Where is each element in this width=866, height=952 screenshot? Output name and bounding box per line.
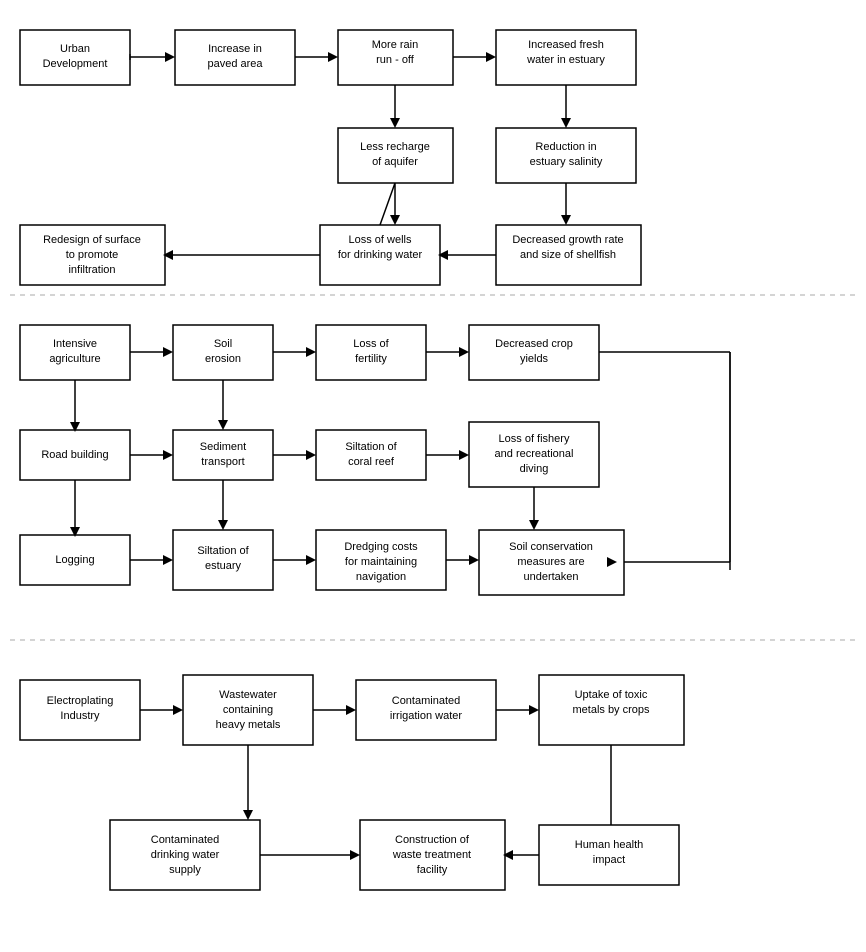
svg-text:impact: impact [593,854,625,866]
svg-text:estuary salinity: estuary salinity [530,156,603,168]
svg-text:Reduction in: Reduction in [535,141,596,153]
main-diagram: Urban Development Increase in paved area… [10,10,856,940]
section2-svg: Intensive agriculture Soil erosion Loss … [10,310,856,650]
svg-text:facility: facility [417,864,448,876]
section3-svg: Electroplating Industry Wastewater conta… [10,660,856,940]
svg-text:Increased fresh: Increased fresh [528,39,604,51]
svg-text:Sediment: Sediment [200,441,246,453]
svg-text:Electroplating: Electroplating [47,695,114,707]
svg-text:Urban: Urban [60,43,90,55]
svg-text:navigation: navigation [356,571,406,583]
svg-text:drinking water: drinking water [151,849,220,861]
svg-text:Decreased crop: Decreased crop [495,338,573,350]
svg-text:Loss of: Loss of [353,338,389,350]
svg-text:More rain: More rain [372,39,418,51]
svg-text:measures are: measures are [517,556,584,568]
svg-text:heavy metals: heavy metals [216,719,281,731]
svg-text:Industry: Industry [60,710,100,722]
svg-text:Dredging costs: Dredging costs [344,541,418,553]
svg-text:supply: supply [169,864,201,876]
svg-text:to promote: to promote [66,249,119,261]
svg-text:run - off: run - off [376,54,415,66]
svg-text:metals by crops: metals by crops [572,704,650,716]
svg-text:Contaminated: Contaminated [151,834,220,846]
svg-text:Soil conservation: Soil conservation [509,541,593,553]
svg-text:estuary: estuary [205,560,242,572]
svg-text:yields: yields [520,353,549,365]
svg-text:Intensive: Intensive [53,338,97,350]
svg-text:erosion: erosion [205,353,241,365]
svg-text:of aquifer: of aquifer [372,156,418,168]
svg-text:diving: diving [520,463,549,475]
svg-text:waste treatment: waste treatment [392,849,471,861]
svg-text:paved area: paved area [207,58,263,70]
svg-text:Development: Development [43,58,108,70]
svg-text:Construction of: Construction of [395,834,470,846]
svg-text:Road building: Road building [41,449,108,461]
svg-text:agriculture: agriculture [49,353,100,365]
svg-text:undertaken: undertaken [523,571,578,583]
svg-text:for maintaining: for maintaining [345,556,417,568]
svg-text:Increase in: Increase in [208,43,262,55]
svg-text:irrigation water: irrigation water [390,710,462,722]
svg-text:Uptake of toxic: Uptake of toxic [575,689,648,701]
svg-text:Less recharge: Less recharge [360,141,430,153]
svg-text:Human health: Human health [575,839,644,851]
svg-text:water in estuary: water in estuary [526,54,605,66]
svg-text:Logging: Logging [55,554,94,566]
svg-text:containing: containing [223,704,273,716]
svg-text:coral reef: coral reef [348,456,395,468]
svg-text:and size of shellfish: and size of shellfish [520,249,616,261]
svg-text:Siltation of: Siltation of [197,545,249,557]
section1-svg: Urban Development Increase in paved area… [10,10,856,300]
svg-text:fertility: fertility [355,353,387,365]
svg-text:transport: transport [201,456,244,468]
svg-text:Redesign of surface: Redesign of surface [43,234,141,246]
svg-text:infiltration: infiltration [68,264,115,276]
svg-text:for drinking water: for drinking water [338,249,423,261]
svg-text:Loss of wells: Loss of wells [349,234,412,246]
svg-text:Contaminated: Contaminated [392,695,461,707]
svg-text:Soil: Soil [214,338,232,350]
svg-text:Loss of fishery: Loss of fishery [499,433,570,445]
svg-text:Wastewater: Wastewater [219,689,277,701]
svg-text:Siltation of: Siltation of [345,441,397,453]
svg-text:and recreational: and recreational [495,448,574,460]
svg-text:Decreased growth rate: Decreased growth rate [512,234,623,246]
